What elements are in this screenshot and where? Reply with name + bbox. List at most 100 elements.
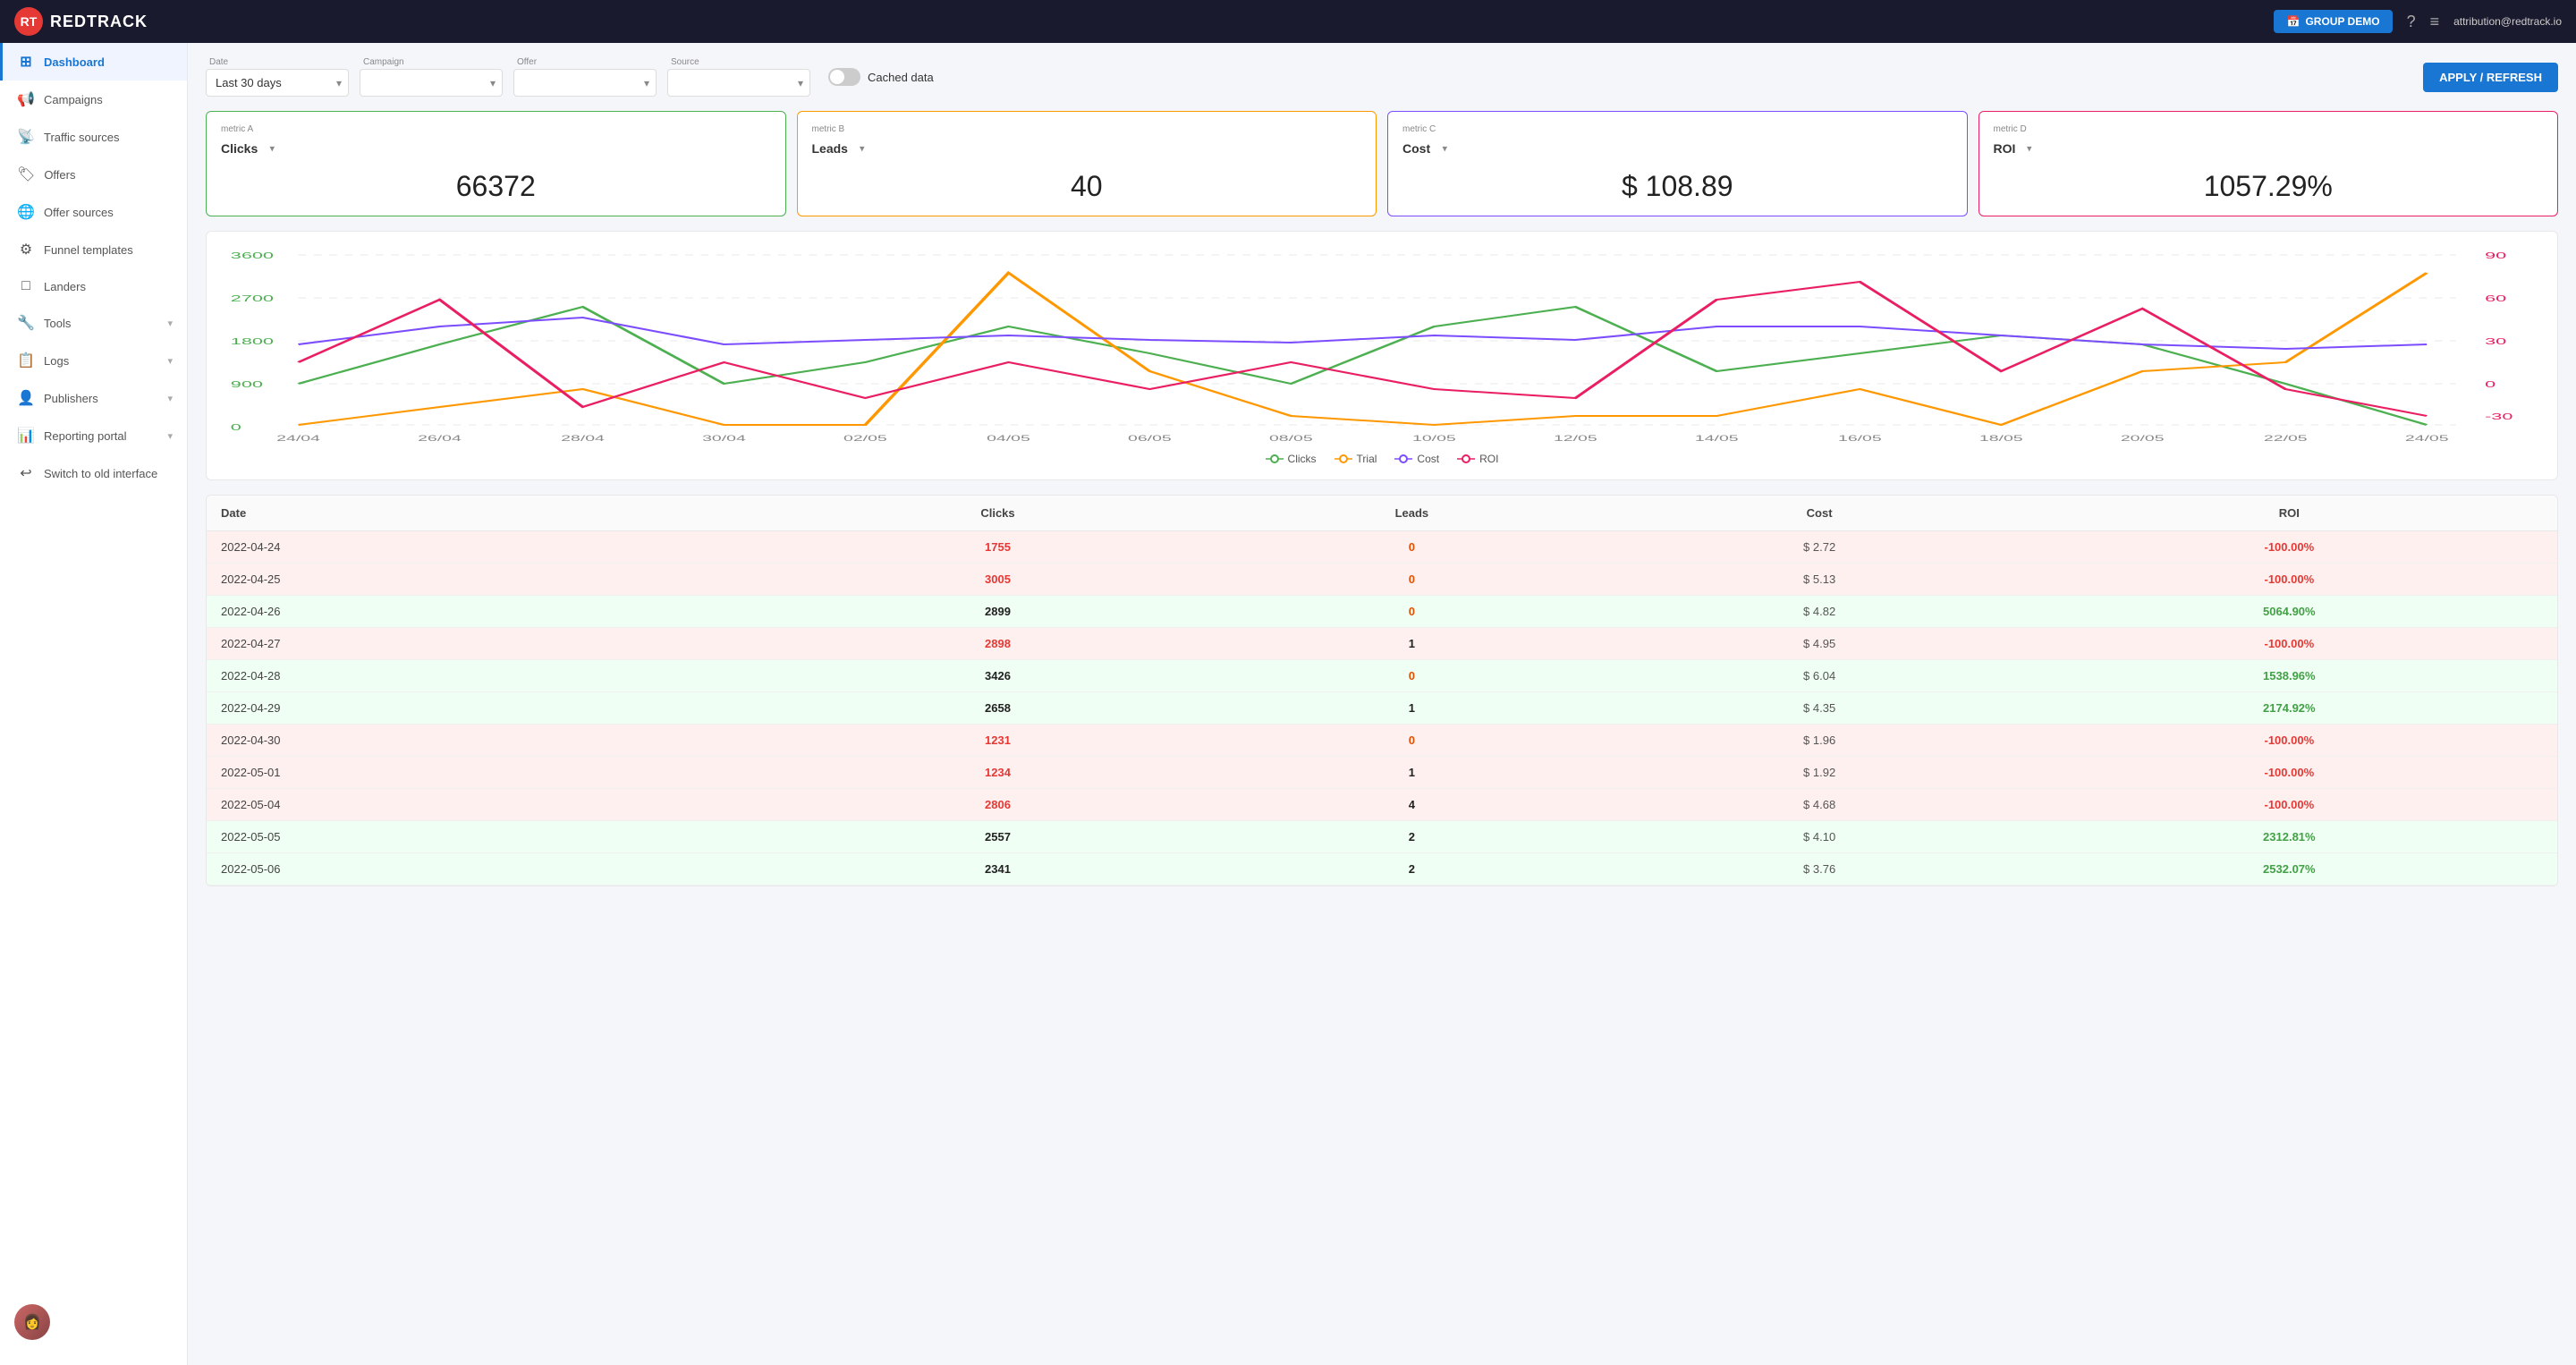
- metric-value-D: 1057.29%: [1994, 170, 2544, 203]
- calendar-icon: 📅: [2286, 15, 2300, 28]
- logo-text: REDTRACK: [50, 13, 148, 31]
- cell-leads: 0: [1206, 596, 1617, 628]
- sidebar-label-offer-sources: Offer sources: [44, 206, 114, 219]
- col-header-date: Date: [207, 496, 790, 531]
- svg-text:10/05: 10/05: [1412, 434, 1456, 443]
- sidebar-label-reporting-portal: Reporting portal: [44, 429, 127, 443]
- sidebar-item-funnel-templates[interactable]: ⚙ Funnel templates: [0, 231, 187, 268]
- svg-text:14/05: 14/05: [1695, 434, 1739, 443]
- source-filter-label: Source: [667, 57, 810, 67]
- cell-leads: 4: [1206, 789, 1617, 821]
- date-filter: Date Last 30 days Last 7 days Today: [206, 57, 349, 97]
- sidebar-icon-dashboard: ⊞: [17, 53, 35, 71]
- legend-item-trial: Trial: [1335, 453, 1377, 465]
- svg-text:24/04: 24/04: [276, 434, 320, 443]
- cell-leads: 1: [1206, 757, 1617, 789]
- chart-legend: Clicks Trial Cost ROI: [221, 453, 2543, 465]
- cell-roi: 1538.96%: [2021, 660, 2557, 692]
- table-row: 2022-04-26 2899 0 $ 4.82 5064.90%: [207, 596, 2557, 628]
- metric-card-B: metric B Leads 40: [797, 111, 1377, 216]
- line-chart: 3600 2700 1800 900 0 90 60 30 0 -30: [221, 246, 2543, 443]
- toggle-switch[interactable]: [828, 68, 860, 86]
- sidebar-label-publishers: Publishers: [44, 392, 98, 405]
- date-select[interactable]: Last 30 days Last 7 days Today: [206, 69, 349, 97]
- table-row: 2022-04-28 3426 0 $ 6.04 1538.96%: [207, 660, 2557, 692]
- sidebar-item-dashboard[interactable]: ⊞ Dashboard: [0, 43, 187, 81]
- cell-roi: -100.00%: [2021, 628, 2557, 660]
- sidebar-item-traffic-sources[interactable]: 📡 Traffic sources: [0, 118, 187, 156]
- cell-date: 2022-04-28: [207, 660, 790, 692]
- cell-roi: 2174.92%: [2021, 692, 2557, 725]
- sidebar-bottom: 👩: [0, 1293, 187, 1351]
- cell-cost: $ 4.95: [1618, 628, 2021, 660]
- svg-text:30: 30: [2485, 336, 2506, 346]
- toggle-knob: [830, 70, 844, 84]
- metric-label-A: metric A: [221, 124, 771, 134]
- table-row: 2022-05-04 2806 4 $ 4.68 -100.00%: [207, 789, 2557, 821]
- metric-select-wrap-C: Cost: [1402, 141, 1447, 156]
- legend-line-icon: [1457, 454, 1475, 464]
- metric-label-D: metric D: [1994, 124, 2544, 134]
- cell-cost: $ 5.13: [1618, 564, 2021, 596]
- cell-roi: -100.00%: [2021, 757, 2557, 789]
- chevron-down-icon: ▾: [167, 393, 173, 404]
- group-demo-button[interactable]: 📅 GROUP DEMO: [2274, 10, 2392, 33]
- apply-refresh-button[interactable]: APPLY / REFRESH: [2423, 63, 2558, 92]
- cell-cost: $ 4.35: [1618, 692, 2021, 725]
- sidebar-item-landers[interactable]: □ Landers: [0, 268, 187, 304]
- offer-select-wrap: [513, 69, 657, 97]
- cell-clicks: 3005: [790, 564, 1206, 596]
- filter-bar: Date Last 30 days Last 7 days Today Camp…: [206, 57, 2558, 97]
- sidebar-item-tools[interactable]: 🔧 Tools ▾: [0, 304, 187, 342]
- cell-clicks: 2658: [790, 692, 1206, 725]
- table-row: 2022-04-25 3005 0 $ 5.13 -100.00%: [207, 564, 2557, 596]
- sidebar: ⊞ Dashboard 📢 Campaigns 📡 Traffic source…: [0, 43, 188, 1365]
- cached-data-toggle[interactable]: Cached data: [828, 68, 934, 86]
- sidebar-icon-offers: 🏷: [17, 165, 35, 183]
- metric-label-B: metric B: [812, 124, 1362, 134]
- legend-item-cost: Cost: [1394, 453, 1439, 465]
- logo: RT REDTRACK: [14, 7, 148, 36]
- offer-select[interactable]: [513, 69, 657, 97]
- metric-select-A[interactable]: Clicks: [221, 141, 275, 156]
- svg-text:3600: 3600: [231, 250, 274, 260]
- chevron-down-icon: ▾: [167, 430, 173, 442]
- help-icon[interactable]: ?: [2407, 13, 2416, 31]
- sidebar-item-offer-sources[interactable]: 🌐 Offer sources: [0, 193, 187, 231]
- svg-text:-30: -30: [2485, 411, 2512, 421]
- sidebar-icon-traffic-sources: 📡: [17, 128, 35, 146]
- cell-cost: $ 2.72: [1618, 531, 2021, 564]
- campaign-select-wrap: [360, 69, 503, 97]
- sidebar-item-publishers[interactable]: 👤 Publishers ▾: [0, 379, 187, 417]
- table-row: 2022-05-01 1234 1 $ 1.92 -100.00%: [207, 757, 2557, 789]
- campaign-filter-label: Campaign: [360, 57, 503, 67]
- metric-select-C[interactable]: Cost: [1402, 141, 1447, 156]
- metric-select-B[interactable]: Leads: [812, 141, 865, 156]
- sidebar-icon-tools: 🔧: [17, 314, 35, 332]
- table-row: 2022-04-29 2658 1 $ 4.35 2174.92%: [207, 692, 2557, 725]
- sidebar-label-logs: Logs: [44, 354, 69, 368]
- menu-icon[interactable]: ≡: [2430, 13, 2440, 31]
- cell-clicks: 2557: [790, 821, 1206, 853]
- main-content: Date Last 30 days Last 7 days Today Camp…: [188, 43, 2576, 1365]
- campaign-select[interactable]: [360, 69, 503, 97]
- cell-date: 2022-04-26: [207, 596, 790, 628]
- metric-select-D[interactable]: ROI: [1994, 141, 2032, 156]
- sidebar-item-offers[interactable]: 🏷 Offers: [0, 156, 187, 193]
- cell-clicks: 1755: [790, 531, 1206, 564]
- sidebar-nav: ⊞ Dashboard 📢 Campaigns 📡 Traffic source…: [0, 43, 187, 492]
- sidebar-item-logs[interactable]: 📋 Logs ▾: [0, 342, 187, 379]
- cell-date: 2022-04-30: [207, 725, 790, 757]
- cell-leads: 2: [1206, 853, 1617, 886]
- table-row: 2022-04-24 1755 0 $ 2.72 -100.00%: [207, 531, 2557, 564]
- source-select[interactable]: [667, 69, 810, 97]
- cached-label: Cached data: [868, 71, 934, 84]
- svg-text:60: 60: [2485, 293, 2506, 303]
- cell-date: 2022-05-01: [207, 757, 790, 789]
- svg-text:24/05: 24/05: [2405, 434, 2449, 443]
- sidebar-item-switch-old[interactable]: ↩ Switch to old interface: [0, 454, 187, 492]
- sidebar-item-reporting-portal[interactable]: 📊 Reporting portal ▾: [0, 417, 187, 454]
- col-header-roi: ROI: [2021, 496, 2557, 531]
- metric-card-A: metric A Clicks 66372: [206, 111, 786, 216]
- sidebar-item-campaigns[interactable]: 📢 Campaigns: [0, 81, 187, 118]
